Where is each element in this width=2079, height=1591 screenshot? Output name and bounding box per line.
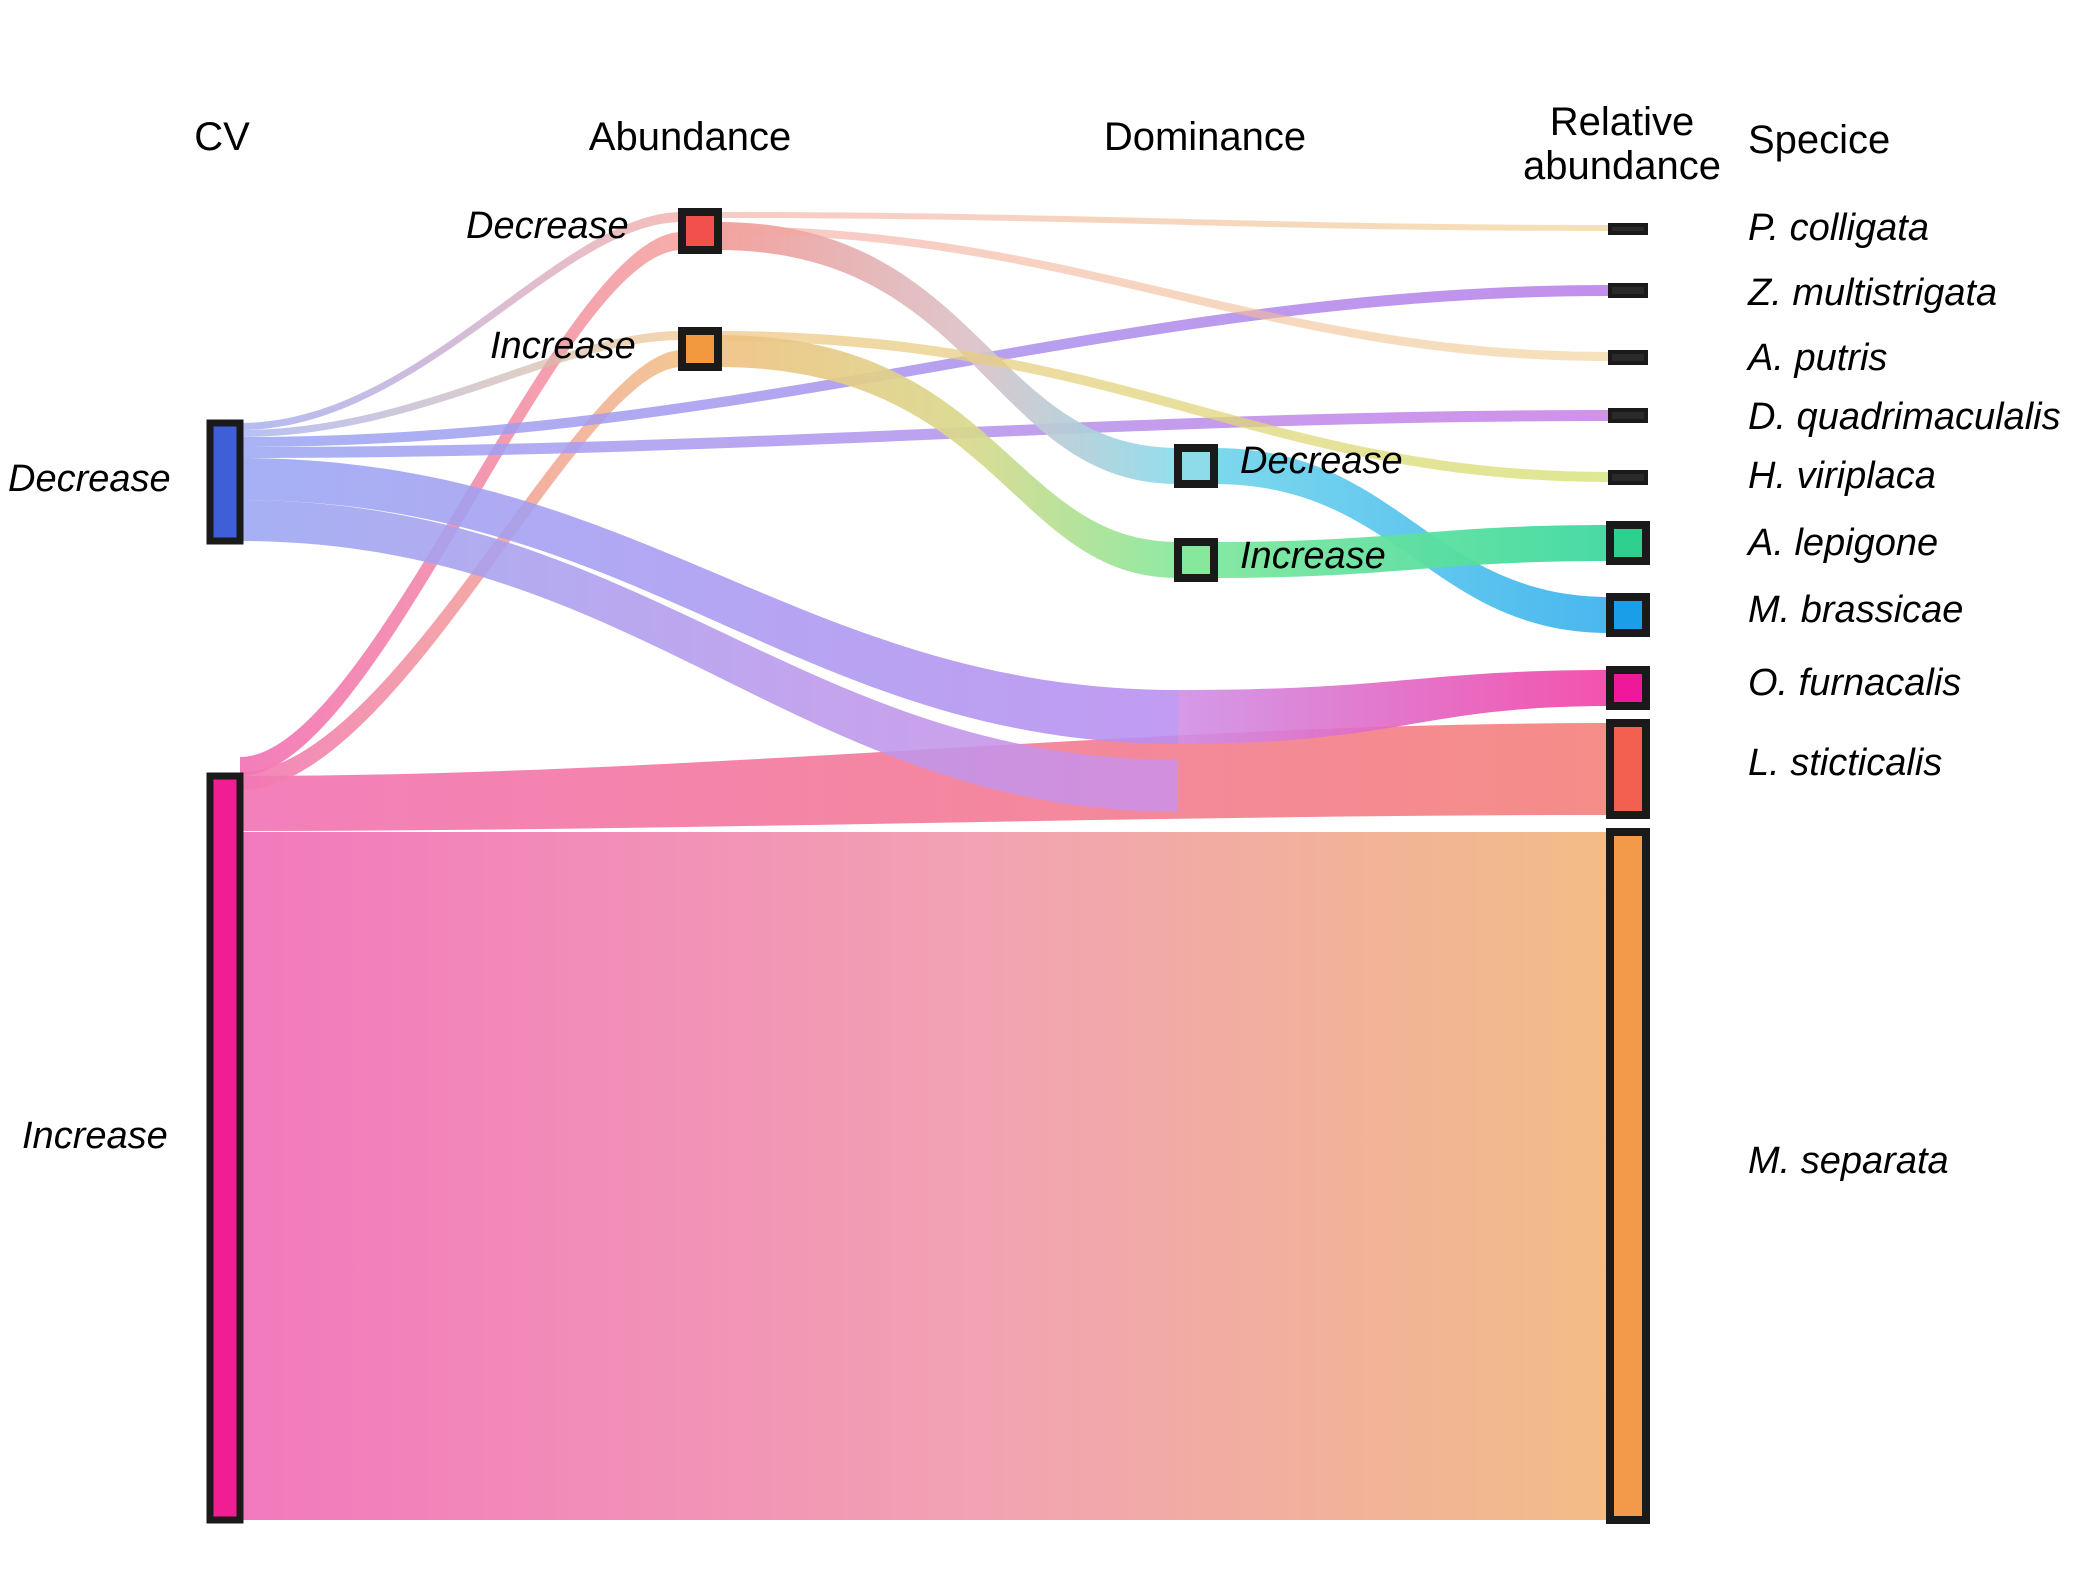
node-cv-decrease[interactable] xyxy=(206,419,244,545)
species-label-o-furnacalis: O. furnacalis xyxy=(1748,662,1962,704)
species-label-p-colligata: P. colligata xyxy=(1748,207,1929,249)
node-ra-a-lepigone[interactable] xyxy=(1606,521,1650,565)
species-label-h-viriplaca: H. viriplaca xyxy=(1748,455,1936,497)
node-label-abundance-increase: Increase xyxy=(490,325,636,367)
node-ra-z-multistrigata[interactable] xyxy=(1608,283,1648,298)
column-header-abundance: Abundance xyxy=(588,115,792,159)
species-label-d-quadrimaculalis: D. quadrimaculalis xyxy=(1748,396,2061,438)
node-dominance-increase[interactable] xyxy=(1174,538,1218,582)
node-ra-m-brassicae[interactable] xyxy=(1606,593,1650,637)
node-label-cv-increase: Increase xyxy=(22,1115,168,1157)
node-ra-o-furnacalis[interactable] xyxy=(1606,666,1650,710)
link-abundance-decrease-to-p-colligata xyxy=(718,212,1610,231)
column-header-relative-abundance: Relative abundance xyxy=(1523,100,1721,188)
sankey-figure: CV Abundance Dominance Relative abundanc… xyxy=(0,0,2079,1591)
node-dominance-decrease[interactable] xyxy=(1174,444,1218,488)
node-label-dominance-decrease: Decrease xyxy=(1240,440,1403,482)
species-label-a-putris: A. putris xyxy=(1748,337,1888,379)
node-ra-p-colligata[interactable] xyxy=(1608,223,1648,235)
node-label-cv-decrease: Decrease xyxy=(8,458,171,500)
column-header-cv: CV xyxy=(194,115,250,159)
node-cv-increase[interactable] xyxy=(206,772,244,1524)
species-label-a-lepigone: A. lepigone xyxy=(1748,522,1939,564)
sankey-links xyxy=(240,212,1610,1520)
node-abundance-increase[interactable] xyxy=(678,327,722,371)
node-abundance-decrease[interactable] xyxy=(678,208,722,254)
species-label-l-sticticalis: L. sticticalis xyxy=(1748,742,1943,784)
species-label-m-separata: M. separata xyxy=(1748,1140,1949,1182)
node-ra-h-viriplaca[interactable] xyxy=(1608,470,1648,485)
column-header-specice: Specice xyxy=(1748,118,1891,162)
species-label-m-brassicae: M. brassicae xyxy=(1748,589,1964,631)
species-label-z-multistrigata: Z. multistrigata xyxy=(1748,272,1998,314)
node-ra-a-putris[interactable] xyxy=(1608,350,1648,365)
node-ra-l-sticticalis[interactable] xyxy=(1606,719,1650,819)
node-label-dominance-increase: Increase xyxy=(1240,535,1386,577)
column-header-dominance: Dominance xyxy=(1103,115,1307,159)
node-ra-m-separata[interactable] xyxy=(1606,828,1650,1524)
link-cv-increase-to-m-separata xyxy=(240,832,1610,1520)
node-ra-d-quadrimaculalis[interactable] xyxy=(1608,408,1648,423)
node-label-abundance-decrease: Decrease xyxy=(466,205,629,247)
